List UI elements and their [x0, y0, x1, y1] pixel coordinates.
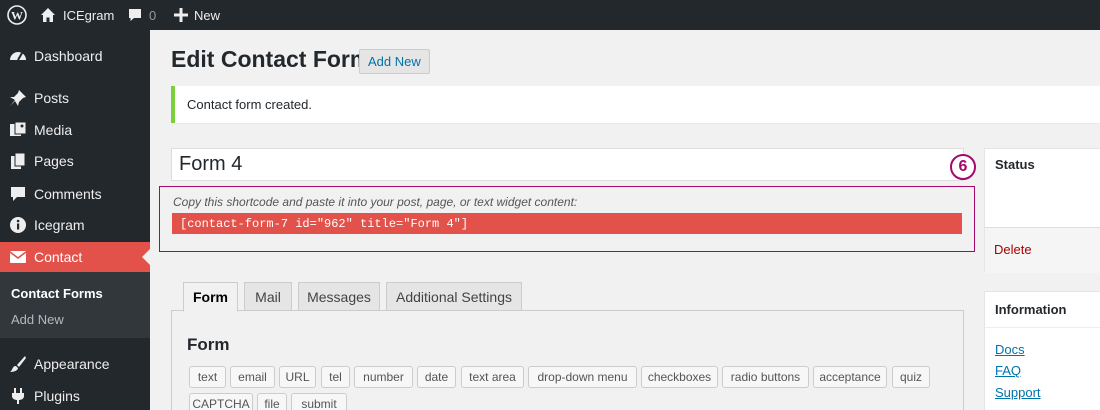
submenu-item-add-new[interactable]: Add New	[11, 312, 64, 327]
sidebar-item-appearance[interactable]: Appearance	[0, 348, 150, 380]
comments-link[interactable]: 0	[127, 0, 156, 30]
pages-icon	[8, 151, 28, 171]
faq-link[interactable]: FAQ	[995, 363, 1021, 378]
new-label: New	[194, 7, 221, 23]
tag-button-file[interactable]: file	[257, 393, 287, 410]
submenu-item-contact-forms[interactable]: Contact Forms	[11, 286, 103, 301]
information-box: Information Docs FAQ Support	[984, 291, 1100, 410]
comment-bubble-icon	[127, 7, 143, 23]
info-icon	[8, 215, 28, 235]
shortcode-hint: Copy this shortcode and paste it into yo…	[173, 195, 578, 209]
tag-button-text-area[interactable]: text area	[461, 366, 524, 388]
site-home-link[interactable]: ICEgram	[40, 0, 114, 30]
plug-icon	[8, 386, 28, 406]
sidebar-item-label: Comments	[34, 186, 102, 202]
sidebar-item-label: Plugins	[34, 388, 80, 404]
tag-button-tel[interactable]: tel	[321, 366, 350, 388]
tag-button-text[interactable]: text	[189, 366, 226, 388]
sidebar-item-plugins[interactable]: Plugins	[0, 380, 150, 410]
success-notice: Contact form created.	[171, 86, 1100, 123]
sidebar-item-label: Posts	[34, 90, 70, 106]
tag-button-radio-buttons[interactable]: radio buttons	[722, 366, 809, 388]
contact-submenu: Contact Forms Add New	[0, 272, 150, 338]
step-annotation-badge: 6	[950, 154, 976, 180]
sidebar-item-comments[interactable]: Comments	[0, 178, 150, 210]
panel-title: Form	[187, 335, 230, 354]
tag-button-quiz[interactable]: quiz	[892, 366, 930, 388]
shortcode-annotation-box: Copy this shortcode and paste it into yo…	[159, 186, 975, 252]
dashboard-icon	[8, 46, 28, 66]
page-title: Edit Contact Form	[171, 46, 371, 72]
admin-sidebar: Dashboard Posts Media Pages Comments Ice…	[0, 30, 150, 410]
tag-button-number[interactable]: number	[354, 366, 413, 388]
sidebar-item-media[interactable]: Media	[0, 114, 150, 146]
form-tab-panel: Form text email URL tel number date text…	[171, 310, 964, 410]
shortcode-field[interactable]: [contact-form-7 id="962" title="Form 4"]	[172, 213, 962, 234]
new-content-link[interactable]: New	[174, 0, 220, 30]
plus-icon	[174, 8, 188, 22]
tag-button-acceptance[interactable]: acceptance	[813, 366, 887, 388]
tag-button-drop-down-menu[interactable]: drop-down menu	[528, 366, 637, 388]
sidebar-item-label: Dashboard	[34, 48, 103, 64]
sidebar-item-posts[interactable]: Posts	[0, 82, 150, 114]
status-title: Status	[995, 157, 1035, 172]
brush-icon	[8, 354, 28, 374]
tab-messages[interactable]: Messages	[298, 282, 380, 311]
svg-text:W: W	[11, 9, 23, 23]
add-new-button[interactable]: Add New	[359, 49, 430, 74]
delete-link[interactable]: Delete	[994, 242, 1032, 257]
tab-mail[interactable]: Mail	[244, 282, 292, 311]
sidebar-item-dashboard[interactable]: Dashboard	[0, 40, 150, 72]
sidebar-item-label: Appearance	[34, 356, 110, 372]
sidebar-item-pages[interactable]: Pages	[0, 145, 150, 177]
tag-button-checkboxes[interactable]: checkboxes	[641, 366, 718, 388]
divider	[985, 327, 1100, 328]
tab-additional-settings[interactable]: Additional Settings	[386, 282, 522, 311]
tag-button-captcha[interactable]: CAPTCHA	[189, 393, 253, 410]
pin-icon	[8, 88, 28, 108]
status-actions: Delete	[985, 227, 1100, 273]
support-link[interactable]: Support	[995, 385, 1041, 400]
sidebar-item-label: Pages	[34, 153, 74, 169]
media-icon	[8, 120, 28, 140]
notice-text: Contact form created.	[187, 97, 312, 112]
home-icon	[40, 7, 56, 23]
sidebar-item-label: Media	[34, 122, 73, 138]
sidebar-item-contact[interactable]: Contact	[0, 242, 150, 272]
tab-form[interactable]: Form	[183, 282, 238, 312]
admin-bar: W ICEgram 0 New	[0, 0, 1100, 30]
envelope-icon	[8, 247, 28, 267]
sidebar-item-label: Contact	[34, 249, 83, 265]
docs-link[interactable]: Docs	[995, 342, 1025, 357]
sidebar-item-icegram[interactable]: Icegram	[0, 209, 150, 241]
tag-button-date[interactable]: date	[417, 366, 456, 388]
tag-button-url[interactable]: URL	[279, 366, 316, 388]
wordpress-logo-icon[interactable]: W	[7, 0, 27, 30]
comments-count: 0	[149, 7, 157, 23]
comment-icon	[8, 184, 28, 204]
tag-button-email[interactable]: email	[230, 366, 275, 388]
tag-button-submit[interactable]: submit	[291, 393, 347, 410]
sidebar-item-label: Icegram	[34, 217, 85, 233]
form-title-input[interactable]: Form 4	[171, 148, 964, 181]
information-title: Information	[995, 302, 1067, 317]
status-box: Status Delete	[984, 148, 1100, 273]
site-name: ICEgram	[63, 7, 115, 23]
